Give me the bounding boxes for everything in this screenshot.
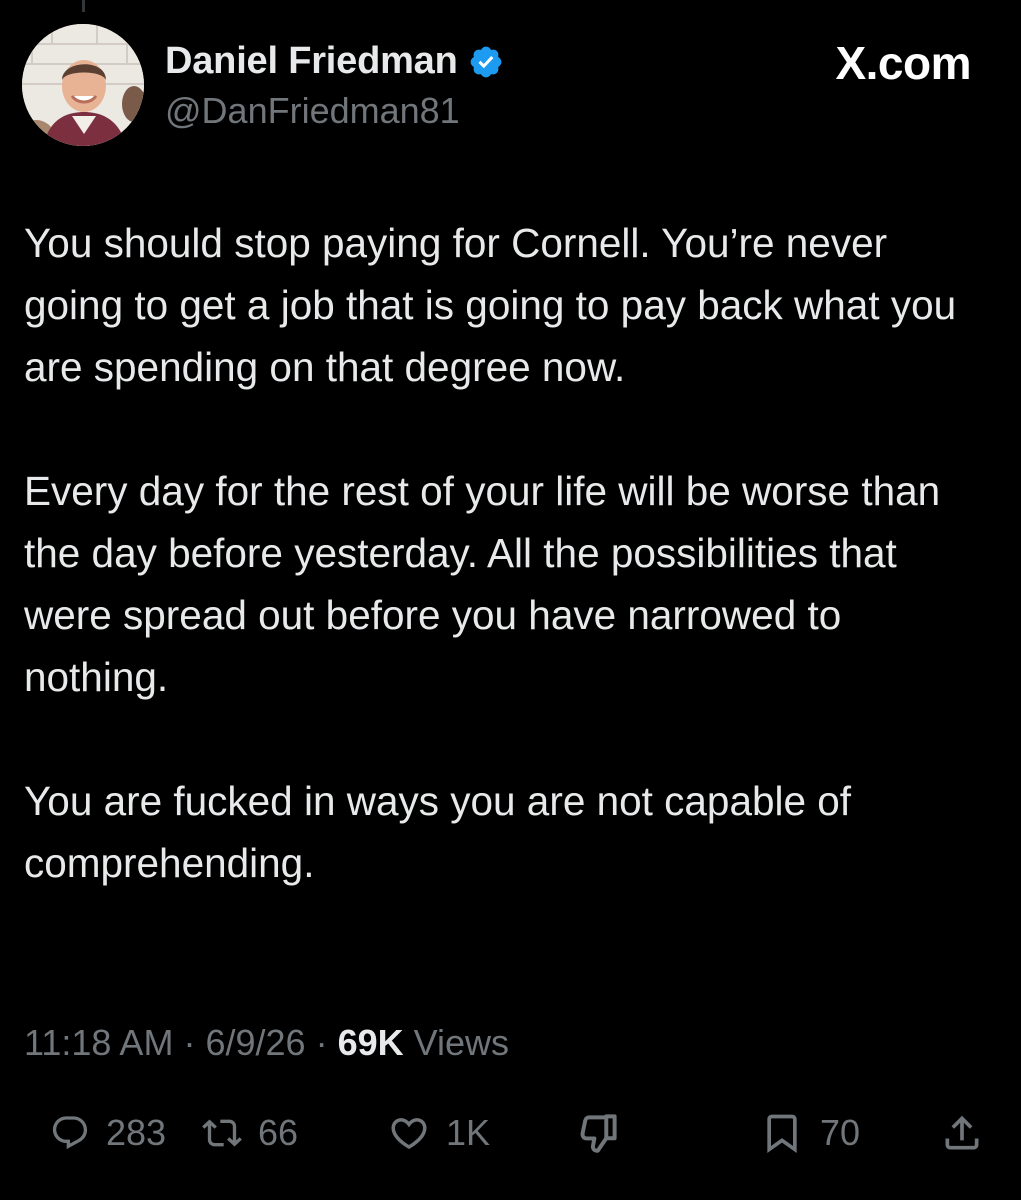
tweet-time[interactable]: 11:18 AM bbox=[24, 1022, 173, 1063]
bookmark-button[interactable]: 70 bbox=[760, 1100, 860, 1166]
avatar[interactable] bbox=[22, 24, 144, 146]
tweet-metadata: 11:18 AM · 6/9/26 · 69K Views bbox=[24, 1022, 509, 1064]
thumbs-down-icon bbox=[580, 1114, 617, 1153]
bookmark-count: 70 bbox=[820, 1112, 861, 1153]
dislike-button[interactable] bbox=[574, 1100, 624, 1166]
tweet-date[interactable]: 6/9/26 bbox=[205, 1022, 305, 1063]
speech-bubble-icon bbox=[52, 1116, 88, 1150]
repost-arrows-icon bbox=[202, 1119, 242, 1147]
like-button[interactable]: 1K bbox=[388, 1100, 490, 1166]
author-name-row: Daniel Friedman bbox=[165, 40, 504, 83]
reply-count: 283 bbox=[106, 1112, 167, 1153]
bookmark-icon bbox=[767, 1114, 797, 1154]
tweet-paragraph: You are fucked in ways you are not capab… bbox=[24, 778, 852, 886]
meta-separator: · bbox=[183, 1022, 196, 1063]
views-label: Views bbox=[413, 1022, 510, 1063]
tweet-paragraph: Every day for the rest of your life will… bbox=[24, 468, 941, 700]
views-count: 69K bbox=[337, 1022, 404, 1063]
like-count: 1K bbox=[446, 1112, 491, 1153]
tweet-text: You should stop paying for Cornell. You’… bbox=[24, 212, 984, 956]
reply-button[interactable]: 283 bbox=[50, 1100, 166, 1166]
tweet-action-bar: 283 66 1K 70 bbox=[0, 1100, 1021, 1166]
heart-icon bbox=[391, 1118, 427, 1150]
repost-button[interactable]: 66 bbox=[202, 1100, 298, 1166]
share-upload-icon bbox=[945, 1115, 979, 1150]
author-handle[interactable]: @DanFriedman81 bbox=[165, 90, 460, 132]
repost-count: 66 bbox=[258, 1112, 299, 1153]
thread-connector-line bbox=[82, 0, 85, 12]
meta-separator: · bbox=[315, 1022, 328, 1063]
share-button[interactable] bbox=[940, 1100, 984, 1166]
tweet-paragraph: You should stop paying for Cornell. You’… bbox=[24, 220, 957, 390]
avatar-photo bbox=[22, 24, 144, 146]
author-display-name[interactable]: Daniel Friedman bbox=[165, 40, 458, 83]
site-watermark: X.com bbox=[835, 37, 971, 89]
verified-badge-icon bbox=[468, 44, 504, 80]
